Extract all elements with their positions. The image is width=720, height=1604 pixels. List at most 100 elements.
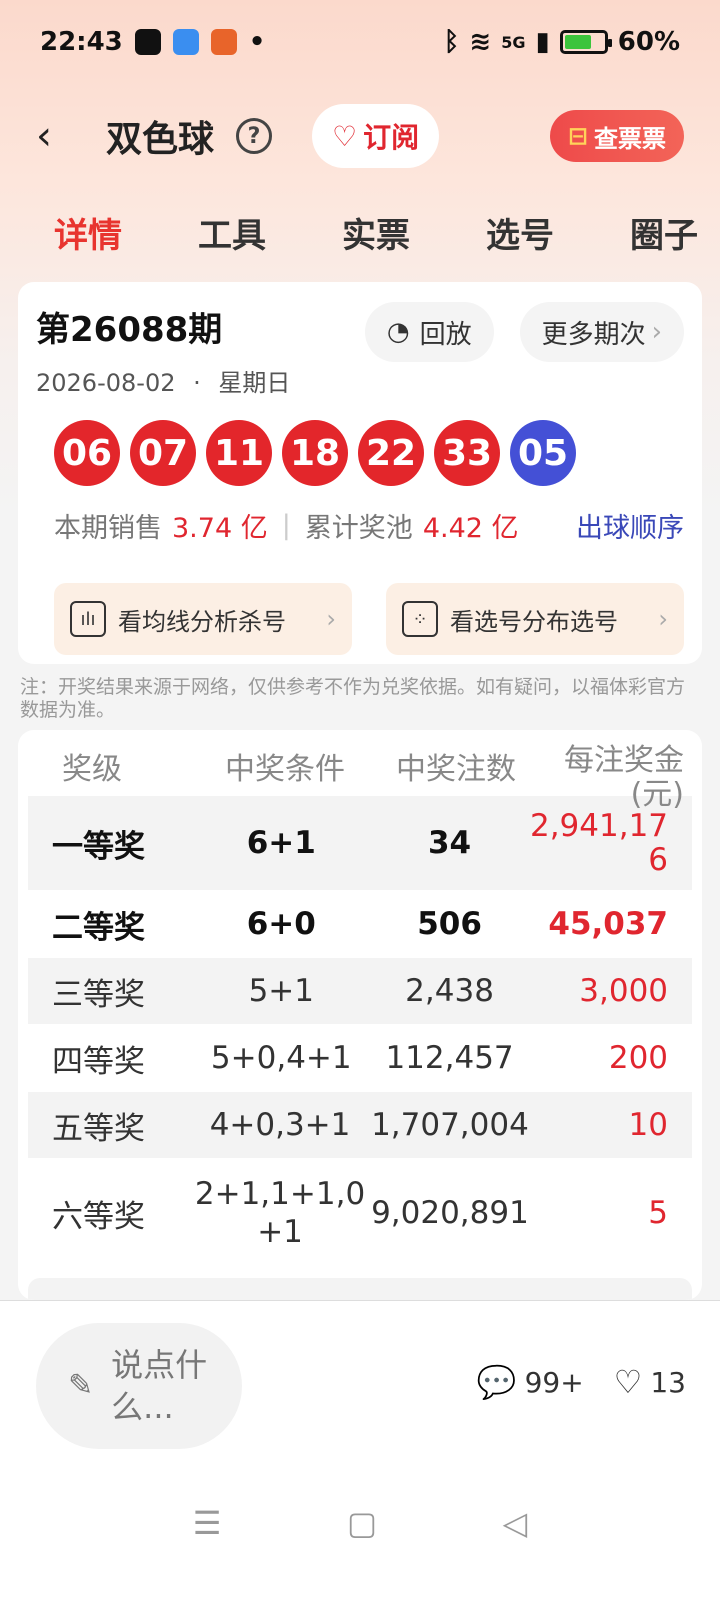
- draw-date-line: 2026-08-02 · 星期日: [36, 363, 290, 398]
- menu-icon[interactable]: ☰: [193, 1504, 222, 1542]
- subscribe-label: 订阅: [363, 121, 420, 154]
- sales-label: 本期销售: [54, 513, 162, 544]
- comments-button[interactable]: 💬 99+: [477, 1363, 584, 1401]
- prize-count: 112,457: [385, 1040, 514, 1076]
- prize-amount: 200: [608, 1040, 669, 1076]
- prize-count: 506: [417, 906, 482, 942]
- table-row: 五等奖 4+0,3+1 1,707,004 10: [28, 1092, 692, 1158]
- pool-label: 累计奖池: [304, 513, 413, 544]
- prize-condition: 2+1,1+1,0+1: [194, 1176, 366, 1250]
- app-blue-icon: [172, 29, 199, 55]
- back-triangle-icon[interactable]: ◁: [503, 1504, 528, 1542]
- prize-level: 一等奖: [52, 828, 145, 865]
- red-ball: 11: [206, 420, 272, 486]
- prize-condition: 4+0,3+1: [209, 1107, 351, 1143]
- chevron-right-icon: ›: [651, 317, 662, 347]
- prize-amount: 45,037: [548, 906, 669, 942]
- prize-condition: 6+0: [246, 906, 316, 942]
- page-title: 双色球: [106, 119, 215, 160]
- status-time: 22:43: [40, 27, 123, 57]
- divider: |: [281, 510, 291, 541]
- table-row: 二等奖 6+0 506 45,037: [28, 890, 692, 958]
- more-issues-button[interactable]: 更多期次 ›: [519, 302, 684, 362]
- check-ticket-label: 查票票: [594, 124, 666, 153]
- replay-button[interactable]: ◔ 回放: [364, 302, 494, 362]
- tab-real-tickets[interactable]: 实票: [342, 208, 410, 257]
- tab-bar: 详情 工具 实票 选号 圈子: [0, 200, 720, 264]
- header-condition: 中奖条件: [225, 752, 345, 787]
- battery-percent: 60%: [617, 27, 680, 57]
- sales-row: 本期销售 3.74 亿 | 累计奖池 4.42 亿 出球顺序: [54, 506, 684, 545]
- pool-value: 4.42 亿: [422, 513, 519, 544]
- signal-icon: 5G: [501, 32, 526, 52]
- prize-level: 六等奖: [52, 1198, 145, 1235]
- sales-value: 3.74 亿: [172, 513, 268, 544]
- tab-details[interactable]: 详情: [54, 208, 122, 257]
- app-orange-icon: [210, 29, 237, 55]
- subscribe-button[interactable]: ♡ 订阅: [312, 104, 440, 168]
- tab-tools[interactable]: 工具: [198, 208, 266, 257]
- nav-bar: ‹ 双色球 ? ♡ 订阅 ⊟ 查票票: [0, 96, 720, 176]
- issue-number: 第26088期: [36, 310, 223, 350]
- notification-dot-icon: •: [248, 27, 266, 57]
- comment-input[interactable]: ✎ 说点什么...: [36, 1323, 242, 1449]
- table-row: 六等奖 2+1,1+1,0+1 9,020,891 5: [28, 1158, 692, 1268]
- red-ball: 33: [434, 420, 500, 486]
- comment-icon: 💬: [476, 1363, 517, 1401]
- header-count: 中奖注数: [396, 752, 516, 787]
- dice-icon: ⁘: [402, 601, 438, 637]
- heart-icon: ♡: [613, 1363, 643, 1401]
- tab-circle[interactable]: 圈子: [630, 208, 698, 257]
- help-icon[interactable]: ?: [236, 118, 273, 154]
- analysis-label: 看均线分析杀号: [118, 607, 286, 636]
- more-issues-label: 更多期次: [541, 319, 646, 350]
- prize-condition: 6+1: [246, 825, 316, 861]
- prize-count: 34: [427, 825, 472, 861]
- comment-count: 99+: [524, 1365, 584, 1399]
- prize-amount: 10: [628, 1107, 668, 1143]
- like-count: 13: [650, 1365, 686, 1399]
- draw-date: 2026-08-02: [36, 369, 176, 397]
- blue-ball: 05: [510, 420, 576, 486]
- prize-condition: 5+0,4+1: [210, 1040, 352, 1076]
- tiktok-icon: [134, 29, 161, 55]
- prize-level: 五等奖: [52, 1110, 145, 1147]
- signal-bars-icon: ▮: [535, 27, 550, 57]
- winning-numbers: 06 07 11 18 22 33 05: [54, 420, 684, 486]
- chevron-right-icon: ›: [326, 605, 336, 633]
- red-ball: 07: [130, 420, 196, 486]
- battery-icon: [559, 30, 612, 54]
- ball-order-link[interactable]: 出球顺序: [576, 506, 684, 545]
- bluetooth-icon: ᛒ: [443, 27, 460, 57]
- status-bar: 22:43 • ᛒ ≋ 5G ▮ 60%: [0, 0, 720, 84]
- table-row: 三等奖 5+1 2,438 3,000: [28, 958, 692, 1024]
- prize-count: 1,707,004: [371, 1107, 529, 1143]
- next-section-peek: [28, 1278, 692, 1300]
- heart-plus-icon: ♡: [332, 119, 358, 153]
- distribution-analysis-button[interactable]: ⁘ 看选号分布选号 ›: [386, 583, 684, 655]
- check-ticket-button[interactable]: ⊟ 查票票: [549, 110, 684, 162]
- prize-count: 9,020,891: [371, 1195, 529, 1231]
- replay-icon: ◔: [386, 317, 410, 347]
- tab-pick-numbers[interactable]: 选号: [486, 208, 554, 257]
- red-ball: 06: [54, 420, 120, 486]
- date-separator: ·: [193, 369, 201, 397]
- chevron-right-icon: ›: [658, 605, 668, 633]
- moving-average-analysis-button[interactable]: ılı 看均线分析杀号 ›: [54, 583, 352, 655]
- like-button[interactable]: ♡ 13: [614, 1363, 686, 1401]
- chart-icon: ılı: [70, 601, 106, 637]
- prize-table: 奖级 中奖条件 中奖注数 每注奖金(元) 一等奖 6+1 34 2,941,17…: [18, 730, 702, 1300]
- header-amount: 每注奖金(元): [564, 743, 684, 812]
- back-icon[interactable]: ‹: [36, 113, 76, 159]
- prize-amount: 2,941,176: [529, 808, 669, 878]
- red-ball: 22: [358, 420, 424, 486]
- prize-condition: 5+1: [248, 973, 314, 1009]
- prize-amount: 5: [648, 1195, 668, 1231]
- home-icon[interactable]: ▢: [347, 1504, 377, 1542]
- scan-icon: ⊟: [567, 122, 588, 150]
- prize-level: 三等奖: [52, 976, 145, 1013]
- prize-amount: 3,000: [579, 973, 669, 1009]
- draw-weekday: 星期日: [218, 369, 291, 397]
- prize-table-header: 奖级 中奖条件 中奖注数 每注奖金(元): [18, 730, 702, 812]
- table-row: 四等奖 5+0,4+1 112,457 200: [28, 1024, 692, 1092]
